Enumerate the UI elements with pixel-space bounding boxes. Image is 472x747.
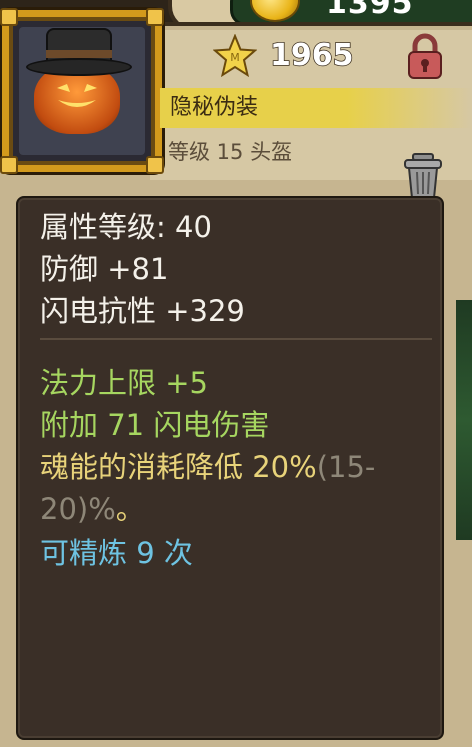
item-level-type: 等级 15 头盔 — [168, 140, 293, 164]
hat-brim — [26, 58, 132, 76]
stats-divider — [40, 338, 432, 340]
stat-lightning-resist: 闪电抗性 +329 — [40, 294, 245, 328]
affix-mana-cap: 法力上限 +5 — [40, 366, 208, 400]
stat-attribute-level: 属性等级: 40 — [40, 210, 212, 244]
item-stats-panel: 属性等级: 40 防御 +81 闪电抗性 +329 法力上限 +5 附加 71 … — [16, 196, 444, 740]
item-name: 隐秘伪装 — [160, 88, 472, 128]
stat-defense: 防御 +81 — [40, 252, 169, 286]
affix-soul-cost-text: 魂能的消耗降低 20% — [40, 450, 317, 484]
affix-soul-cost: 魂能的消耗降低 20%(15- — [40, 444, 375, 486]
affix-soul-cost-period: 。 — [115, 492, 145, 526]
refine-count: 可精炼 9 次 — [40, 536, 193, 570]
affix-soul-cost-range-end: 20)% — [40, 492, 116, 526]
lock-icon[interactable] — [403, 32, 447, 80]
star-icon: M — [213, 34, 257, 78]
svg-text:M: M — [230, 51, 240, 64]
affix-soul-cost-cont: 20)%。 — [40, 486, 145, 528]
currency-amount: 1395 — [326, 0, 414, 21]
pumpkin-face — [57, 84, 97, 107]
frame-corner — [0, 156, 18, 174]
frame-corner — [0, 8, 18, 26]
trash-can-icon[interactable] — [403, 152, 443, 200]
hat-band — [46, 50, 112, 58]
frame-corner — [146, 156, 164, 174]
item-level: 1965 — [269, 37, 354, 74]
background-edge — [456, 300, 472, 540]
affix-soul-cost-range: (15- — [316, 450, 376, 484]
frame-corner — [146, 8, 164, 26]
affix-lightning-damage: 附加 71 闪电伤害 — [40, 408, 270, 442]
